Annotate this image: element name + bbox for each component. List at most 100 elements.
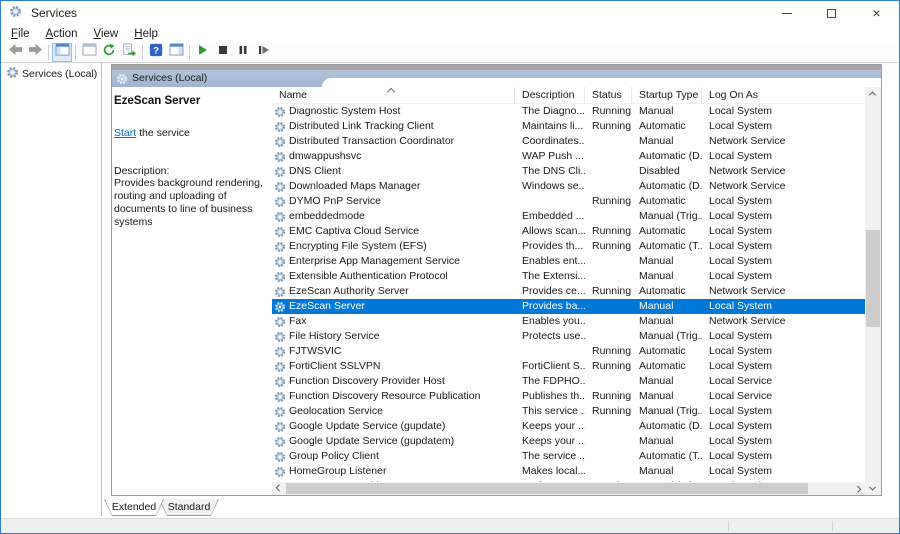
horizontal-scrollbar[interactable] (272, 482, 865, 495)
pause-service-button[interactable] (233, 43, 253, 62)
tree-item-label: Services (Local) (22, 68, 97, 80)
column-header-status[interactable]: Status (585, 87, 632, 103)
scroll-down-arrow[interactable] (866, 482, 879, 495)
service-row-homegroup-listener[interactable]: HomeGroup ListenerMakes local...ManualLo… (272, 464, 865, 479)
service-row-diagnostic-system-host[interactable]: Diagnostic System HostThe Diagno...Runni… (272, 104, 865, 119)
chevron-down-icon (869, 484, 876, 491)
service-row-extensible-authentication-protocol[interactable]: Extensible Authentication ProtocolThe Ex… (272, 269, 865, 284)
maximize-button[interactable] (809, 1, 854, 25)
service-row-distributed-link-tracking-client[interactable]: Distributed Link Tracking ClientMaintain… (272, 119, 865, 134)
tab-extended[interactable]: Extended (104, 499, 164, 516)
show-console-tree-button[interactable] (52, 43, 72, 62)
service-gear-icon (274, 346, 286, 358)
service-row-encrypting-file-system-efs-[interactable]: Encrypting File System (EFS)Provides th.… (272, 239, 865, 254)
service-row-dmwappushsvc[interactable]: dmwappushsvcWAP Push ...Automatic (D...L… (272, 149, 865, 164)
cell-log-on-as: Local System (702, 209, 865, 224)
cell-status (585, 434, 632, 449)
cell-name: Extensible Authentication Protocol (272, 269, 515, 284)
start-service-button[interactable] (193, 43, 213, 62)
cell-status (585, 134, 632, 149)
close-button[interactable]: × (854, 1, 899, 25)
service-gear-icon (274, 466, 286, 478)
cell-log-on-as: Local System (702, 104, 865, 119)
title-bar[interactable]: Services × (1, 1, 899, 25)
service-row-enterprise-app-management-service[interactable]: Enterprise App Management ServiceEnables… (272, 254, 865, 269)
service-row-dymo-pnp-service[interactable]: DYMO PnP ServiceRunningAutomaticLocal Sy… (272, 194, 865, 209)
restart-service-icon (257, 43, 270, 61)
menu-bar: FileActionViewHelp (1, 25, 899, 42)
service-row-dns-client[interactable]: DNS ClientThe DNS Cli...DisabledNetwork … (272, 164, 865, 179)
menu-file[interactable]: File (3, 27, 38, 41)
menu-view[interactable]: View (86, 27, 127, 41)
minimize-button[interactable] (764, 1, 809, 25)
cell-description: Provides ba... (515, 299, 585, 314)
horizontal-scrollbar-thumb[interactable] (286, 483, 808, 494)
cell-name: Enterprise App Management Service (272, 254, 515, 269)
menu-help[interactable]: Help (126, 27, 166, 41)
service-action-line: Start the service (114, 127, 266, 139)
refresh-button[interactable] (99, 43, 119, 62)
cell-description: Allows scan... (515, 224, 585, 239)
scroll-left-arrow[interactable] (272, 482, 285, 495)
service-row-ezescan-server[interactable]: EzeScan ServerProvides ba...ManualLocal … (272, 299, 865, 314)
cell-name: embeddedmode (272, 209, 515, 224)
cell-description: WAP Push ... (515, 149, 585, 164)
cell-name: Google Update Service (gupdate) (272, 419, 515, 434)
tab-standard[interactable]: Standard (159, 499, 219, 516)
cell-description (515, 344, 585, 359)
service-row-ezescan-authority-server[interactable]: EzeScan Authority ServerProvides ce...Ru… (272, 284, 865, 299)
cell-status: Running (585, 239, 632, 254)
description-label: Description: (114, 165, 266, 177)
cell-status: Running (585, 284, 632, 299)
properties-button[interactable] (79, 43, 99, 62)
service-row-downloaded-maps-manager[interactable]: Downloaded Maps ManagerWindows se...Auto… (272, 179, 865, 194)
restart-service-button[interactable] (253, 43, 273, 62)
cell-log-on-as: Network Service (702, 314, 865, 329)
status-bar (1, 518, 899, 533)
scroll-right-arrow[interactable] (852, 482, 865, 495)
vertical-scrollbar-thumb[interactable] (866, 230, 880, 327)
service-gear-icon (274, 181, 286, 193)
tree-item-services-local[interactable]: Services (Local) (2, 63, 101, 84)
toolbar-separator (75, 45, 76, 60)
forward-button[interactable] (25, 43, 45, 62)
service-row-group-policy-client[interactable]: Group Policy ClientThe service ...Automa… (272, 449, 865, 464)
cell-name: EMC Captiva Cloud Service (272, 224, 515, 239)
service-row-function-discovery-resource-publication[interactable]: Function Discovery Resource PublicationP… (272, 389, 865, 404)
refresh-icon (102, 43, 116, 62)
service-row-google-update-service-gupdate-[interactable]: Google Update Service (gupdate)Keeps you… (272, 419, 865, 434)
column-header-description[interactable]: Description (515, 87, 585, 103)
column-header-startup-type[interactable]: Startup Type (632, 87, 702, 103)
service-row-fjtwsvic[interactable]: FJTWSVICRunningAutomaticLocal System (272, 344, 865, 359)
start-service-link[interactable]: Start (114, 127, 136, 139)
cell-startup-type: Manual (632, 434, 702, 449)
cell-description: This service ... (515, 404, 585, 419)
service-row-embeddedmode[interactable]: embeddedmodeEmbedded ...Manual (Trig...L… (272, 209, 865, 224)
service-row-google-update-service-gupdatem-[interactable]: Google Update Service (gupdatem)Keeps yo… (272, 434, 865, 449)
service-row-fax[interactable]: FaxEnables you...ManualNetwork Service (272, 314, 865, 329)
cell-startup-type: Automatic (T... (632, 239, 702, 254)
services-gear-icon (9, 5, 25, 21)
export-list-button[interactable] (119, 43, 139, 62)
show-action-pane-button[interactable] (166, 43, 186, 62)
status-bar-divider (728, 521, 729, 531)
cell-status (585, 314, 632, 329)
scroll-up-arrow[interactable] (866, 87, 879, 100)
vertical-scrollbar[interactable] (865, 87, 881, 495)
service-row-emc-captiva-cloud-service[interactable]: EMC Captiva Cloud ServiceAllows scan...R… (272, 224, 865, 239)
column-header-log-on-as[interactable]: Log On As (702, 87, 865, 103)
service-gear-icon (274, 256, 286, 268)
menu-action[interactable]: Action (38, 27, 86, 41)
cell-startup-type: Manual (632, 464, 702, 479)
service-row-function-discovery-provider-host[interactable]: Function Discovery Provider HostThe FDPH… (272, 374, 865, 389)
service-row-forticlient-sslvpn[interactable]: FortiClient SSLVPNFortiClient S...Runnin… (272, 359, 865, 374)
service-row-file-history-service[interactable]: File History ServiceProtects use...Manua… (272, 329, 865, 344)
cell-name: Function Discovery Provider Host (272, 374, 515, 389)
cell-description: Maintains li... (515, 119, 585, 134)
column-header-name[interactable]: Name (272, 87, 515, 103)
service-row-distributed-transaction-coordinator[interactable]: Distributed Transaction CoordinatorCoord… (272, 134, 865, 149)
back-button[interactable] (5, 43, 25, 62)
stop-service-button[interactable] (213, 43, 233, 62)
service-row-geolocation-service[interactable]: Geolocation ServiceThis service ...Runni… (272, 404, 865, 419)
help-button[interactable]: ? (146, 43, 166, 62)
